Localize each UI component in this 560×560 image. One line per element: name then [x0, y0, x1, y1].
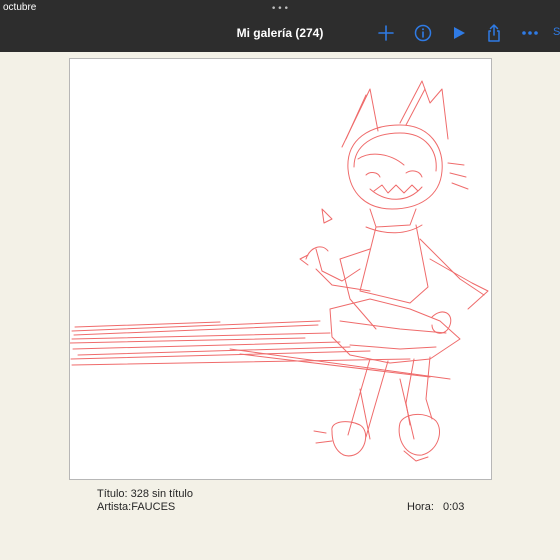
sketch-artwork [70, 80, 489, 462]
more-icon[interactable] [520, 23, 540, 43]
multitask-dots[interactable]: ••• [271, 4, 290, 14]
top-bar: octubre ••• Mi galería (274) S [0, 0, 560, 52]
share-icon[interactable] [484, 23, 504, 43]
select-button-cutoff[interactable]: S [553, 26, 560, 38]
artwork-artist: Artista:FAUCES [97, 501, 176, 513]
time-value: 0:03 [443, 501, 465, 513]
play-icon[interactable] [449, 23, 469, 43]
time-label: Hora: [407, 501, 434, 513]
artwork-title: Título: 328 sin título [97, 488, 193, 500]
artwork-canvas[interactable] [69, 58, 492, 480]
plus-icon[interactable] [376, 23, 396, 43]
info-icon[interactable] [413, 23, 433, 43]
status-label: octubre [3, 2, 37, 13]
gallery-title: Mi galería (274) [236, 26, 324, 40]
